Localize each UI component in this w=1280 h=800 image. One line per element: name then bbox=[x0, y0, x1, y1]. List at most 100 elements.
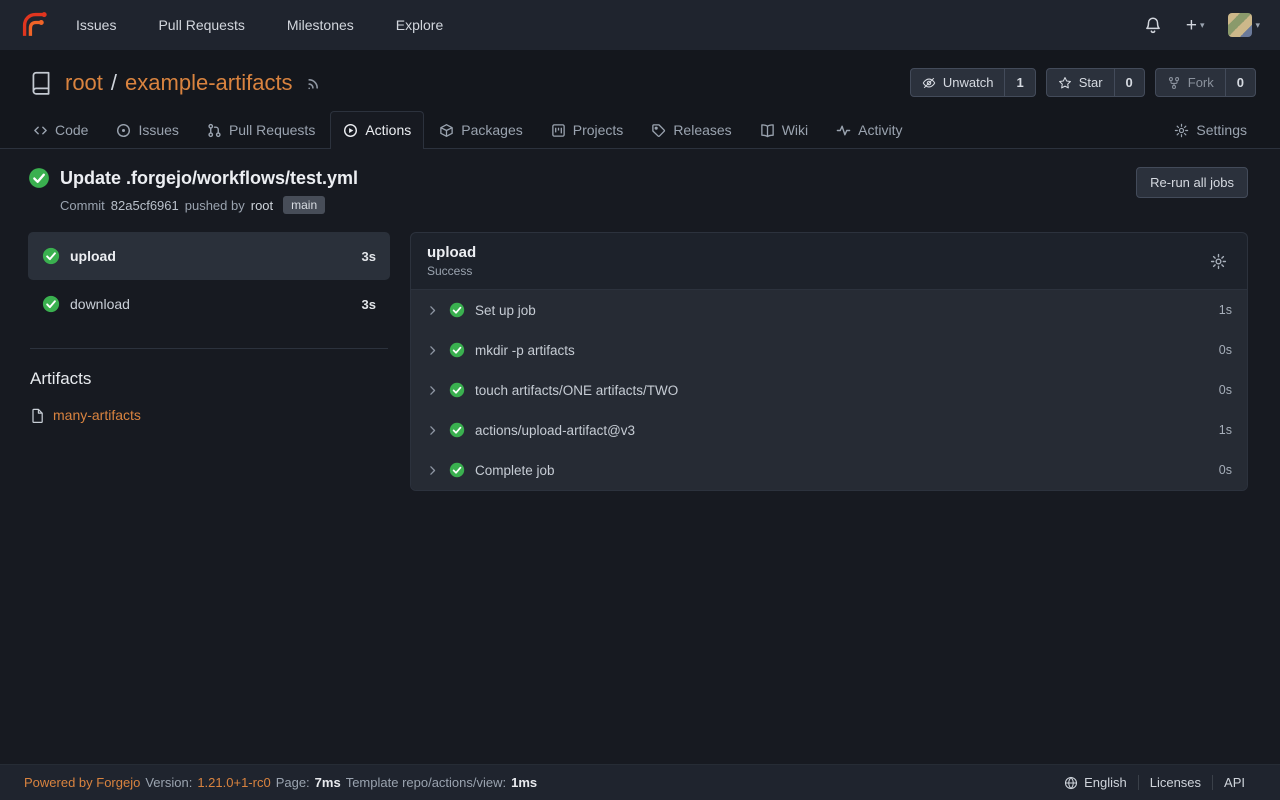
chevron-right-icon bbox=[426, 384, 439, 397]
issue-opened-icon bbox=[116, 123, 131, 138]
rss-icon[interactable] bbox=[306, 74, 323, 91]
notifications-bell-icon[interactable] bbox=[1144, 16, 1162, 34]
caret-down-icon: ▾ bbox=[1255, 20, 1260, 31]
step-duration: 0s bbox=[1219, 463, 1232, 477]
artifacts-heading: Artifacts bbox=[30, 369, 390, 389]
tab-pull-requests[interactable]: Pull Requests bbox=[194, 111, 328, 148]
user-menu[interactable]: ▾ bbox=[1228, 13, 1260, 37]
tab-settings[interactable]: Settings bbox=[1161, 111, 1260, 148]
tab-label: Pull Requests bbox=[229, 122, 315, 138]
page-time-label: Page: bbox=[276, 775, 310, 790]
tab-label: Projects bbox=[573, 122, 624, 138]
artifact-name: many-artifacts bbox=[53, 407, 141, 423]
star-icon bbox=[1058, 76, 1072, 90]
step-success-icon bbox=[449, 382, 465, 398]
unwatch-label: Unwatch bbox=[943, 75, 994, 90]
tab-label: Packages bbox=[461, 122, 522, 138]
branch-badge[interactable]: main bbox=[283, 196, 325, 214]
forks-count[interactable]: 0 bbox=[1225, 69, 1255, 96]
artifact-link-many-artifacts[interactable]: many-artifacts bbox=[30, 407, 390, 423]
repo-owner-link[interactable]: root bbox=[65, 70, 103, 96]
nav-explore[interactable]: Explore bbox=[396, 17, 443, 33]
tab-label: Settings bbox=[1196, 122, 1247, 138]
language-selector[interactable]: English bbox=[1053, 775, 1138, 790]
job-detail-header: upload Success bbox=[411, 233, 1247, 290]
tab-label: Code bbox=[55, 122, 88, 138]
fork-icon bbox=[1167, 76, 1181, 90]
step-duration: 0s bbox=[1219, 383, 1232, 397]
watchers-count[interactable]: 1 bbox=[1004, 69, 1034, 96]
step-duration: 1s bbox=[1219, 303, 1232, 317]
page-footer: Powered by Forgejo Version: 1.21.0+1-rc0… bbox=[0, 764, 1280, 800]
language-label: English bbox=[1084, 775, 1127, 790]
forgejo-logo[interactable] bbox=[20, 10, 50, 40]
fork-button[interactable]: Fork 0 bbox=[1155, 68, 1256, 97]
job-detail-status: Success bbox=[427, 264, 476, 278]
step-label: actions/upload-artifact@v3 bbox=[475, 423, 635, 438]
tab-releases[interactable]: Releases bbox=[638, 111, 744, 148]
step-row[interactable]: Complete job 0s bbox=[411, 450, 1247, 490]
rerun-all-jobs-button[interactable]: Re-run all jobs bbox=[1136, 167, 1248, 198]
navbar-right: + ▾ ▾ bbox=[1144, 13, 1260, 37]
job-row-download[interactable]: download 3s bbox=[28, 280, 390, 328]
package-icon bbox=[439, 123, 454, 138]
template-time-value: 1ms bbox=[511, 775, 537, 790]
avatar bbox=[1228, 13, 1252, 37]
version-link[interactable]: 1.21.0+1-rc0 bbox=[197, 775, 270, 790]
job-duration: 3s bbox=[362, 297, 376, 312]
eye-slash-icon bbox=[922, 76, 936, 90]
pushed-by-text: pushed by bbox=[185, 198, 245, 213]
powered-by-forgejo-link[interactable]: Powered by Forgejo bbox=[24, 775, 140, 790]
gear-icon bbox=[1174, 123, 1189, 138]
licenses-link[interactable]: Licenses bbox=[1138, 775, 1212, 790]
tab-code[interactable]: Code bbox=[20, 111, 101, 148]
stars-count[interactable]: 0 bbox=[1114, 69, 1144, 96]
job-options-gear-icon[interactable] bbox=[1206, 249, 1231, 274]
tab-label: Wiki bbox=[782, 122, 808, 138]
top-navbar: Issues Pull Requests Milestones Explore … bbox=[0, 0, 1280, 50]
unwatch-button[interactable]: Unwatch 1 bbox=[910, 68, 1036, 97]
repo-header: root / example-artifacts Unwatch 1 bbox=[0, 50, 1280, 149]
star-label: Star bbox=[1079, 75, 1103, 90]
globe-icon bbox=[1064, 776, 1078, 790]
commit-line: Commit 82a5cf6961 pushed by root main bbox=[60, 196, 358, 214]
fork-label: Fork bbox=[1188, 75, 1214, 90]
job-row-upload[interactable]: upload 3s bbox=[28, 232, 390, 280]
tab-projects[interactable]: Projects bbox=[538, 111, 637, 148]
nav-milestones[interactable]: Milestones bbox=[287, 17, 354, 33]
tab-label: Activity bbox=[858, 122, 902, 138]
step-row[interactable]: touch artifacts/ONE artifacts/TWO 0s bbox=[411, 370, 1247, 410]
tab-issues[interactable]: Issues bbox=[103, 111, 191, 148]
commit-sha-link[interactable]: 82a5cf6961 bbox=[111, 198, 179, 213]
step-row[interactable]: Set up job 1s bbox=[411, 290, 1247, 330]
repo-action-buttons: Unwatch 1 Star 0 bbox=[910, 68, 1256, 97]
tab-packages[interactable]: Packages bbox=[426, 111, 535, 148]
api-link[interactable]: API bbox=[1212, 775, 1256, 790]
chevron-right-icon bbox=[426, 424, 439, 437]
tab-wiki[interactable]: Wiki bbox=[747, 111, 821, 148]
repo-name-link[interactable]: example-artifacts bbox=[125, 70, 293, 96]
jobs-sidebar: upload 3s download 3s Artifacts many-art… bbox=[28, 232, 390, 423]
code-icon bbox=[33, 123, 48, 138]
step-row[interactable]: mkdir -p artifacts 0s bbox=[411, 330, 1247, 370]
tab-label: Releases bbox=[673, 122, 731, 138]
template-time-label: Template repo/actions/view: bbox=[346, 775, 506, 790]
job-name: download bbox=[70, 296, 130, 312]
tab-activity[interactable]: Activity bbox=[823, 111, 915, 148]
commit-author-link[interactable]: root bbox=[251, 198, 273, 213]
step-row[interactable]: actions/upload-artifact@v3 1s bbox=[411, 410, 1247, 450]
caret-down-icon: ▾ bbox=[1200, 20, 1205, 31]
run-success-icon bbox=[28, 167, 50, 189]
create-new-button[interactable]: + ▾ bbox=[1186, 16, 1205, 35]
repo-title-separator: / bbox=[111, 70, 117, 96]
step-label: touch artifacts/ONE artifacts/TWO bbox=[475, 383, 678, 398]
tab-actions[interactable]: Actions bbox=[330, 111, 424, 149]
actions-run-page: Update .forgejo/workflows/test.yml Commi… bbox=[0, 149, 1280, 764]
nav-pull-requests[interactable]: Pull Requests bbox=[158, 17, 244, 33]
project-board-icon bbox=[551, 123, 566, 138]
steps-list: Set up job 1s mkdir -p artifacts 0s touc… bbox=[411, 290, 1247, 490]
star-button[interactable]: Star 0 bbox=[1046, 68, 1145, 97]
nav-issues[interactable]: Issues bbox=[76, 17, 116, 33]
run-header: Update .forgejo/workflows/test.yml Commi… bbox=[0, 149, 1280, 218]
page-time-value: 7ms bbox=[315, 775, 341, 790]
